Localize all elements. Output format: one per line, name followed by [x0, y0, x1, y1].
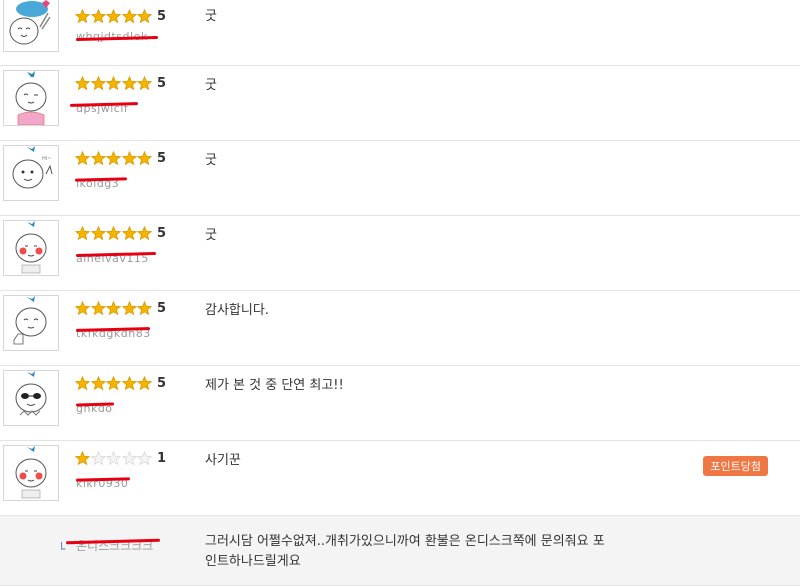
review-comment: 굿	[205, 153, 217, 168]
star-filled-icon	[137, 375, 152, 390]
star-filled-icon	[121, 8, 137, 23]
baby-hello-icon: Hi~	[12, 146, 53, 189]
star-filled-icon	[75, 75, 90, 90]
star-filled-icon	[137, 225, 152, 240]
star-empty-icon	[90, 450, 106, 465]
reply-arrow-icon: └	[58, 542, 66, 556]
user-avatar	[3, 295, 59, 351]
star-empty-icon	[137, 450, 152, 465]
rating-stars	[75, 300, 153, 316]
review-comment: 감사합니다.	[205, 303, 269, 318]
review-row: 5 alnelvav115 굿	[0, 216, 800, 291]
star-filled-icon	[137, 150, 152, 165]
baby-cloud-heart-icon	[9, 0, 51, 45]
rating-score: 5	[157, 376, 167, 391]
star-filled-icon	[137, 300, 152, 315]
star-filled-icon	[75, 225, 90, 240]
user-avatar	[3, 445, 59, 501]
user-avatar	[3, 220, 59, 276]
star-filled-icon	[121, 150, 137, 165]
star-filled-icon	[90, 225, 106, 240]
review-comment: 굿	[205, 228, 217, 243]
star-filled-icon	[90, 375, 106, 390]
star-empty-icon	[121, 450, 137, 465]
rating-stars	[75, 225, 153, 241]
review-list: 5 whqjdtsdlek 굿 5 dpsjwlclf 굿	[0, 0, 800, 586]
star-filled-icon	[75, 450, 90, 465]
baby-blush-icon	[15, 221, 47, 274]
seller-reply-row: └ 온디스크크크크 그러시담 어쩔수없져..개취가있으니까여 환불은 온디스크쪽…	[0, 516, 800, 586]
review-row: 5 whqjdtsdlek 굿	[0, 0, 800, 66]
star-empty-icon	[106, 450, 121, 465]
rating-score: 5	[157, 301, 167, 316]
rating-stars	[75, 450, 153, 466]
user-avatar	[3, 0, 59, 52]
review-row: 5 dpsjwlclf 굿	[0, 66, 800, 141]
star-filled-icon	[106, 300, 121, 315]
rating-score: 5	[157, 9, 167, 24]
star-filled-icon	[90, 150, 106, 165]
star-filled-icon	[75, 300, 90, 315]
star-filled-icon	[75, 8, 90, 23]
baby-wink-icon	[15, 71, 47, 125]
review-comment: 사기꾼	[205, 453, 241, 468]
review-row: 1 kikr0930 사기꾼 포인트당첨	[0, 441, 800, 516]
star-filled-icon	[121, 300, 137, 315]
user-avatar	[3, 370, 59, 426]
star-filled-icon	[75, 150, 90, 165]
baby-thumbsup-icon	[13, 296, 47, 345]
rating-score: 5	[157, 76, 167, 91]
star-filled-icon	[90, 300, 106, 315]
review-comment: 제가 본 것 중 단연 최고!!	[205, 378, 344, 393]
baby-sunglasses-icon	[15, 371, 47, 416]
rating-score: 5	[157, 151, 167, 166]
review-row: Hi~ 5 lkoldg3 굿	[0, 141, 800, 216]
rating-score: 5	[157, 226, 167, 241]
star-filled-icon	[106, 375, 121, 390]
star-filled-icon	[106, 225, 121, 240]
rating-score: 1	[157, 451, 167, 466]
star-filled-icon	[106, 75, 121, 90]
rating-stars	[75, 375, 153, 391]
star-filled-icon	[90, 75, 106, 90]
rating-stars	[75, 75, 153, 91]
svg-text:Hi~: Hi~	[42, 156, 51, 162]
star-filled-icon	[75, 375, 90, 390]
review-row: 5 tkfkdgkdh83 감사합니다.	[0, 291, 800, 366]
user-avatar	[3, 70, 59, 126]
rating-stars	[75, 150, 153, 166]
review-comment: 굿	[205, 9, 217, 24]
rating-stars	[75, 8, 153, 24]
reply-text: 그러시담 어쩔수없져..개취가있으니까여 환불은 온디스크쪽에 문의줘요 포인트…	[205, 534, 605, 569]
review-row: 5 ghkdo 제가 본 것 중 단연 최고!!	[0, 366, 800, 441]
star-filled-icon	[106, 8, 121, 23]
star-filled-icon	[90, 8, 106, 23]
star-filled-icon	[106, 150, 121, 165]
star-filled-icon	[121, 375, 137, 390]
point-winner-badge: 포인트당첨	[703, 456, 768, 476]
star-filled-icon	[137, 8, 152, 23]
star-filled-icon	[121, 75, 137, 90]
star-filled-icon	[137, 75, 152, 90]
baby-blush-icon	[15, 446, 47, 499]
user-avatar: Hi~	[3, 145, 59, 201]
review-comment: 굿	[205, 78, 217, 93]
star-filled-icon	[121, 225, 137, 240]
